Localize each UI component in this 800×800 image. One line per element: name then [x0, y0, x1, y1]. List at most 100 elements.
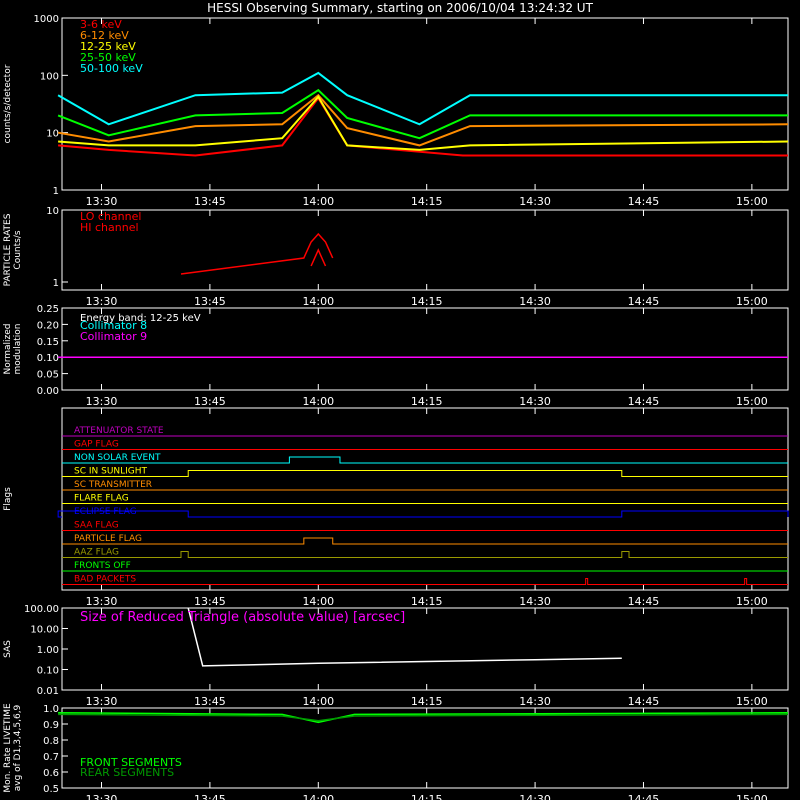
- x-tick-label: 14:15: [411, 395, 443, 408]
- x-tick-label: 15:00: [736, 295, 768, 308]
- flag-label: ECLIPSE FLAG: [74, 507, 137, 517]
- flag-line: [62, 537, 788, 545]
- flag-label: SC TRANSMITTER: [74, 480, 152, 490]
- y-tick-label: 0.8: [43, 736, 59, 747]
- y-axis-label: Normalized: [3, 323, 13, 374]
- y-tick-label: 0.10: [37, 353, 59, 364]
- y-axis-label: SAS: [3, 640, 13, 658]
- series-line: [310, 248, 327, 267]
- x-tick-label: 14:45: [628, 395, 660, 408]
- x-tick-label: 13:30: [86, 195, 118, 208]
- y-axis-label: PARTICLE RATES: [3, 213, 13, 286]
- y-tick-label: 10: [46, 206, 59, 217]
- x-tick-label: 13:30: [86, 695, 118, 708]
- x-tick-label: 14:45: [628, 195, 660, 208]
- flag-label: GAP FLAG: [74, 440, 119, 450]
- flag-line: [62, 470, 788, 477]
- panel-sas: 13:30 13:45 14:00 14:15 14:30 14:45 15:00 SAS 0.…: [3, 604, 789, 708]
- y-axis-label: Mon. Rate LIVETIME: [3, 703, 13, 793]
- x-tick-label: 13:30: [86, 793, 118, 800]
- x-tick-label: 13:45: [194, 793, 226, 800]
- flag-label: FRONTS OFF: [74, 561, 131, 571]
- x-tick-label: 13:45: [194, 695, 226, 708]
- x-tick-label: 14:45: [628, 295, 660, 308]
- panel-count-rates: 13:30 13:45 14:00 14:15 14:30 14:45 15:00 count…: [3, 14, 789, 208]
- y-tick-label: 0.9: [43, 720, 59, 731]
- x-tick-label: 13:30: [86, 295, 118, 308]
- y-tick-label: 0.05: [37, 370, 59, 381]
- x-tick-label: 14:00: [302, 695, 334, 708]
- x-tick-label: 13:45: [194, 295, 226, 308]
- flag-label: BAD PACKETS: [74, 575, 136, 585]
- flag-label: SAA FLAG: [74, 521, 119, 531]
- flag-label: SC IN SUNLIGHT: [74, 467, 148, 477]
- series-line: [58, 96, 788, 157]
- legend-entry: Collimator 9: [80, 330, 147, 343]
- y-axis-label: modulation: [13, 324, 23, 375]
- flag-line: [57, 510, 789, 518]
- x-tick-label: 14:45: [628, 793, 660, 800]
- series-line: [180, 232, 334, 275]
- legend-entry: 50-100 keV: [80, 62, 143, 75]
- hessi-summary-figure: HESSI Observing Summary, starting on 200…: [3, 1, 789, 800]
- flag-line: [62, 578, 788, 585]
- y-axis-label: counts/s/detector: [3, 64, 13, 143]
- figure-title: HESSI Observing Summary, starting on 200…: [207, 1, 593, 15]
- y-tick-label: 0.6: [43, 768, 59, 779]
- flag-line: [62, 456, 788, 464]
- x-tick-label: 14:00: [302, 793, 334, 800]
- y-tick-label: 10: [46, 129, 59, 140]
- series-line: [57, 93, 789, 147]
- legend-entry: HI channel: [80, 221, 139, 234]
- y-tick-label: 0.20: [37, 320, 59, 331]
- panel-livetime: 13:30 13:45 14:00 14:15 14:30 14:45 15:00 Mon. …: [3, 703, 789, 800]
- y-tick-label: 100: [40, 71, 59, 82]
- x-tick-label: 14:15: [411, 595, 443, 608]
- series-line: [58, 713, 789, 722]
- y-tick-label: 0.00: [37, 386, 59, 397]
- y-tick-label: 1.00: [37, 645, 59, 656]
- x-tick-label: 13:30: [86, 395, 118, 408]
- panel-annotation: Energy band: 12-25 keV: [80, 313, 201, 324]
- x-tick-label: 15:00: [736, 793, 768, 800]
- x-tick-label: 15:00: [736, 695, 768, 708]
- x-tick-label: 14:30: [519, 595, 551, 608]
- x-tick-label: 14:30: [519, 295, 551, 308]
- x-tick-label: 14:30: [519, 695, 551, 708]
- y-tick-label: 0.5: [43, 784, 59, 795]
- x-tick-label: 15:00: [736, 195, 768, 208]
- x-tick-label: 14:15: [411, 295, 443, 308]
- x-tick-label: 14:15: [411, 793, 443, 800]
- y-tick-label: 0.01: [37, 686, 59, 697]
- x-tick-label: 14:45: [628, 595, 660, 608]
- y-tick-label: 100.00: [24, 604, 59, 615]
- y-axis-label: Flags: [3, 487, 13, 511]
- y-axis-label: avg of D1,3,4,5,6,9: [13, 704, 23, 791]
- y-tick-label: 10.00: [30, 625, 59, 636]
- legend-entry: REAR SEGMENTS: [80, 766, 174, 779]
- x-tick-label: 14:00: [302, 295, 334, 308]
- panels: 13:30 13:45 14:00 14:15 14:30 14:45 15:00 count…: [3, 14, 789, 800]
- y-tick-label: 0.25: [37, 304, 59, 315]
- y-tick-label: 0.15: [37, 337, 59, 348]
- panel-frame: [61, 209, 789, 291]
- panel-flags: 13:30 13:45 14:00 14:15 14:30 14:45 15:00 Flags…: [3, 407, 789, 608]
- y-tick-label: 1: [53, 278, 59, 289]
- x-tick-label: 14:30: [519, 195, 551, 208]
- x-tick-label: 14:00: [302, 595, 334, 608]
- x-tick-label: 14:15: [411, 695, 443, 708]
- x-tick-label: 13:30: [86, 595, 118, 608]
- x-tick-label: 14:00: [302, 195, 334, 208]
- panel-modulation: 13:30 13:45 14:00 14:15 14:30 14:45 15:00 Norma…: [3, 304, 789, 408]
- x-tick-label: 14:15: [411, 195, 443, 208]
- series-line: [57, 71, 788, 126]
- y-tick-label: 1.0: [43, 704, 59, 715]
- x-tick-label: 13:45: [194, 195, 226, 208]
- x-tick-label: 13:45: [194, 395, 226, 408]
- flag-label: ATTENUATOR STATE: [74, 426, 164, 436]
- x-tick-label: 14:00: [302, 395, 334, 408]
- y-tick-label: 0.7: [43, 752, 59, 763]
- y-tick-label: 1000: [34, 14, 59, 25]
- x-tick-label: 14:45: [628, 695, 660, 708]
- flag-label: FLARE FLAG: [74, 494, 129, 504]
